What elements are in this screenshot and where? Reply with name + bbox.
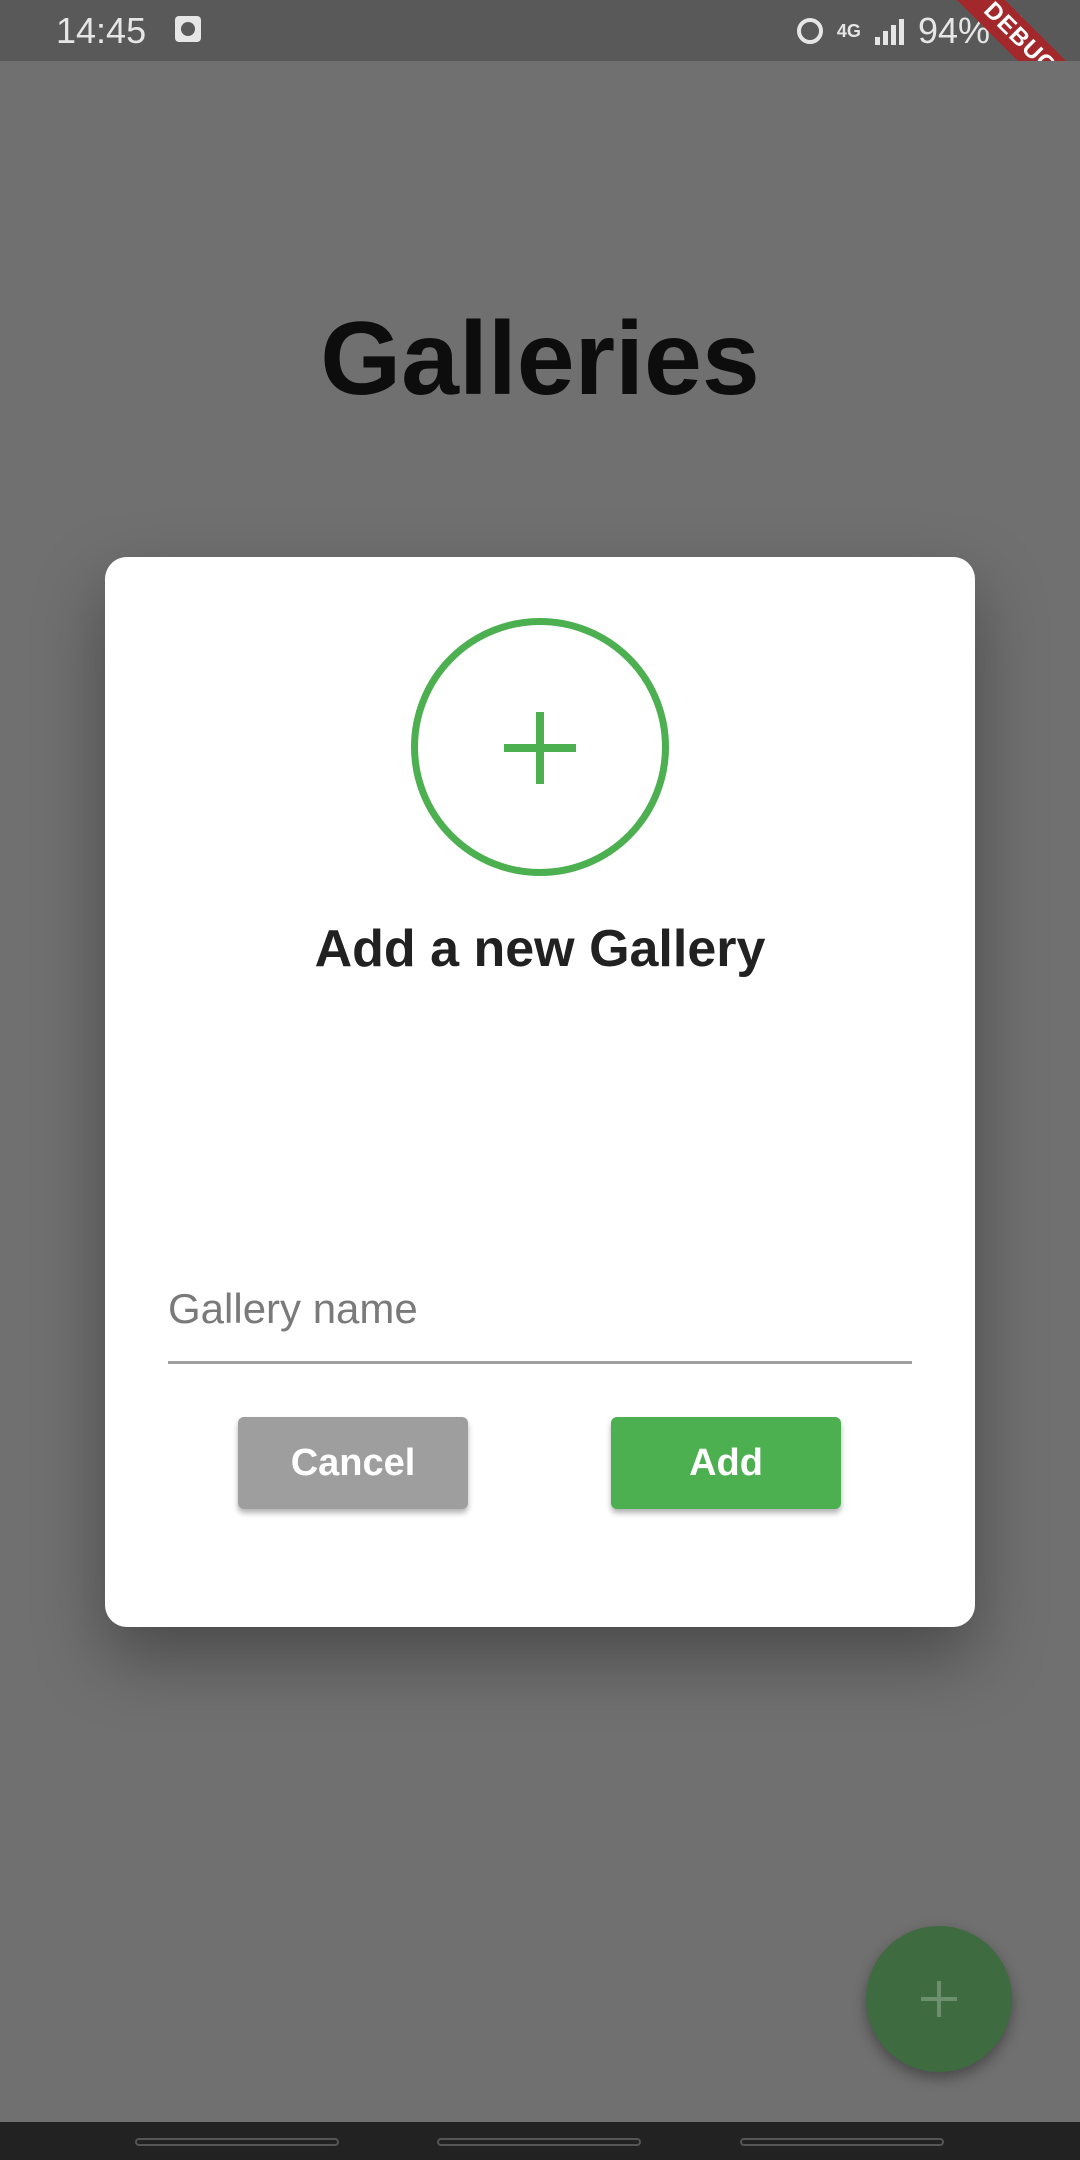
network-type: 4G: [836, 21, 861, 41]
clock-icon: [175, 16, 201, 42]
signal-icon: [874, 17, 904, 45]
add-circle-icon: [411, 618, 669, 876]
navigation-bar: [0, 2122, 1080, 2160]
alarm-icon: [796, 18, 823, 44]
gallery-name-field: [168, 1257, 912, 1364]
nav-recents-button[interactable]: [135, 2138, 339, 2146]
status-bar: 14:45 4G 94% DEBUG: [0, 0, 1080, 61]
nav-home-button[interactable]: [437, 2138, 641, 2146]
add-button[interactable]: Add: [611, 1417, 841, 1509]
add-gallery-dialog: Add a new Gallery Cancel Add: [105, 557, 975, 1627]
status-time: 14:45: [56, 10, 147, 51]
page-title: Galleries: [320, 301, 760, 417]
dialog-title: Add a new Gallery: [314, 920, 766, 978]
add-gallery-fab[interactable]: [866, 1926, 1012, 2072]
cancel-button[interactable]: Cancel: [238, 1417, 468, 1509]
nav-back-button[interactable]: [740, 2138, 944, 2146]
gallery-name-input[interactable]: [168, 1257, 912, 1361]
